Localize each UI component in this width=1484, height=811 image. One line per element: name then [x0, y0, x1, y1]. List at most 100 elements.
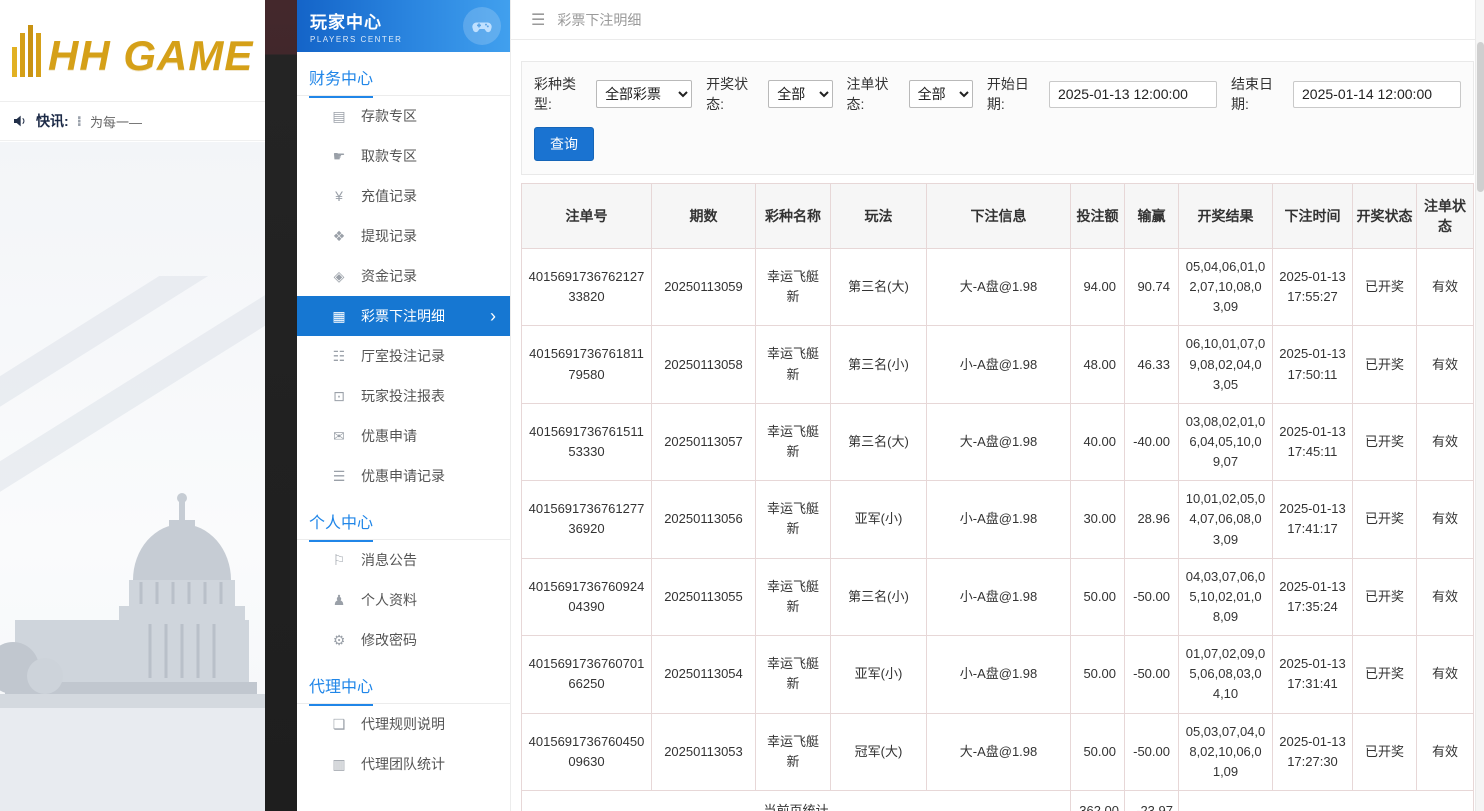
sidebar-item-personal-profile[interactable]: ♟个人资料 [297, 580, 510, 620]
sidebar-header: 玩家中心 PLAYERS CENTER [297, 0, 510, 52]
table-cell: 有效 [1417, 403, 1474, 480]
table-cell: 2025-01-13 17:35:24 [1273, 558, 1353, 635]
sidebar-item-change-password[interactable]: ⚙修改密码 [297, 620, 510, 660]
table-cell: 第三名(小) [831, 326, 927, 403]
table-row: 40156917367615115333020250113057幸运飞艇新第三名… [522, 403, 1474, 480]
table-cell: 冠军(大) [831, 713, 927, 790]
sidebar-item-withdraw-zone[interactable]: ☛取款专区 [297, 136, 510, 176]
table-cell: 06,10,01,07,09,08,02,04,03,05 [1179, 326, 1273, 403]
table-cell: 10,01,02,05,04,07,06,08,03,09 [1179, 481, 1273, 558]
sidebar-item-agent-team-stats[interactable]: ▥ 代理团队统计 [297, 744, 510, 784]
table-cell: 已开奖 [1353, 713, 1417, 790]
table-cell: 20250113059 [652, 249, 756, 326]
sidebar-item-player-bet-report[interactable]: ⊡玩家投注报表 [297, 376, 510, 416]
promo-apply-icon: ✉ [330, 428, 348, 445]
table-cell: 401569173676181179580 [522, 326, 652, 403]
table-cell: 05,03,07,04,08,02,10,06,01,09 [1179, 713, 1273, 790]
filter-row: 彩种类型: 全部彩票 开奖状态: 全部 注单状态: 全部 开始日期: 结束日期: [534, 74, 1461, 114]
table-cell: 401569173676127736920 [522, 481, 652, 558]
sidebar-item-funds-records[interactable]: ◈资金记录 [297, 256, 510, 296]
sidebar-item-label: 充值记录 [361, 186, 417, 206]
table-cell: 90.74 [1125, 249, 1179, 326]
column-header: 下注时间 [1273, 184, 1353, 249]
table-cell: 2025-01-13 17:27:30 [1273, 713, 1353, 790]
agent-team-stats-icon: ▥ [330, 756, 348, 773]
filter-panel: 彩种类型: 全部彩票 开奖状态: 全部 注单状态: 全部 开始日期: 结束日期:… [521, 61, 1474, 175]
table-cell: 幸运飞艇新 [756, 636, 831, 713]
table-cell: 2025-01-13 17:50:11 [1273, 326, 1353, 403]
scrollbar-thumb[interactable] [1477, 42, 1484, 192]
table-cell: 亚军(小) [831, 481, 927, 558]
logo-text: HH GAME [48, 35, 253, 77]
sidebar-sections: 财务中心▤存款专区☛取款专区¥充值记录❖提现记录◈资金记录▦彩票下注明细›☷厅室… [297, 52, 510, 784]
sidebar-item-recharge-records[interactable]: ¥充值记录 [297, 176, 510, 216]
table-cell: 40.00 [1071, 403, 1125, 480]
search-button[interactable]: 查询 [534, 127, 594, 161]
table-cell: 亚军(小) [831, 636, 927, 713]
table-cell: 401569173676212733820 [522, 249, 652, 326]
lottery-type-select[interactable]: 全部彩票 [596, 80, 692, 108]
section-title: 财务中心 [297, 52, 510, 96]
bet-status-select[interactable]: 全部 [909, 80, 973, 108]
start-date-input[interactable] [1049, 81, 1217, 108]
table-cell: 401569173676045009630 [522, 713, 652, 790]
bet-status-label: 注单状态: [847, 74, 903, 114]
summary-row: 当前页统计362.00-23.97 [522, 790, 1474, 811]
table-cell: 小-A盘@1.98 [927, 326, 1071, 403]
table-cell: 已开奖 [1353, 558, 1417, 635]
table-cell: 401569173676070166250 [522, 636, 652, 713]
sidebar-item-agent-rules[interactable]: ❏ 代理规则说明 [297, 704, 510, 744]
sidebar-item-label: 代理团队统计 [361, 754, 445, 774]
sidebar: 玩家中心 PLAYERS CENTER 财务中心▤存款专区☛取款专区¥充值记录❖… [297, 0, 511, 811]
agent-rules-icon: ❏ [330, 716, 348, 733]
sidebar-item-label: 资金记录 [361, 266, 417, 286]
table-row: 40156917367612773692020250113056幸运飞艇新亚军(… [522, 481, 1474, 558]
table-cell: 幸运飞艇新 [756, 249, 831, 326]
summary-win-total: -23.97 [1125, 790, 1179, 811]
drag-dots-icon: ⁝ [77, 113, 82, 130]
summary-label: 当前页统计 [522, 790, 1071, 811]
hamburger-menu-icon[interactable]: ☰ [531, 10, 545, 30]
filter-actions: 查询 [534, 127, 1461, 161]
draw-status-label: 开奖状态: [706, 74, 762, 114]
summary-empty-cell [1179, 790, 1474, 811]
message-announcements-icon: ⚐ [330, 552, 348, 569]
column-header: 彩种名称 [756, 184, 831, 249]
sidebar-item-label: 个人资料 [361, 590, 417, 610]
sidebar-item-withdrawal-records[interactable]: ❖提现记录 [297, 216, 510, 256]
table-cell: -50.00 [1125, 558, 1179, 635]
table-cell: 有效 [1417, 326, 1474, 403]
table-cell: 03,08,02,01,06,04,05,10,09,07 [1179, 403, 1273, 480]
table-cell: 30.00 [1071, 481, 1125, 558]
sidebar-item-hall-bet-records[interactable]: ☷厅室投注记录 [297, 336, 510, 376]
sidebar-item-deposit-zone[interactable]: ▤存款专区 [297, 96, 510, 136]
table-row: 40156917367618117958020250113058幸运飞艇新第三名… [522, 326, 1474, 403]
end-date-input[interactable] [1293, 81, 1461, 108]
column-header: 输赢 [1125, 184, 1179, 249]
sidebar-item-label: 代理规则说明 [361, 714, 445, 734]
table-cell: 已开奖 [1353, 326, 1417, 403]
sidebar-item-promo-apply-records[interactable]: ☰优惠申请记录 [297, 456, 510, 496]
deposit-zone-icon: ▤ [330, 108, 348, 125]
table-row: 40156917367607016625020250113054幸运飞艇新亚军(… [522, 636, 1474, 713]
news-label: 快讯: [36, 111, 69, 131]
sidebar-item-promo-apply[interactable]: ✉优惠申请 [297, 416, 510, 456]
sidebar-item-lottery-bet-details[interactable]: ▦彩票下注明细› [297, 296, 510, 336]
bets-table: 注单号期数彩种名称玩法下注信息投注额输赢开奖结果下注时间开奖状态注单状态 401… [521, 183, 1474, 811]
sidebar-item-label: 彩票下注明细 [361, 306, 445, 326]
table-cell: 20250113053 [652, 713, 756, 790]
summary-bet-total: 362.00 [1071, 790, 1125, 811]
sidebar-item-message-announcements[interactable]: ⚐消息公告 [297, 540, 510, 580]
main-content: ☰ 彩票下注明细 彩种类型: 全部彩票 开奖状态: 全部 注单状态: 全部 开始… [511, 0, 1484, 811]
table-cell: 幸运飞艇新 [756, 326, 831, 403]
table-cell: 第三名(小) [831, 558, 927, 635]
modal-overlay [265, 0, 297, 811]
table-cell: 20250113054 [652, 636, 756, 713]
table-cell: 01,07,02,09,05,06,08,03,04,10 [1179, 636, 1273, 713]
table-cell: 第三名(大) [831, 403, 927, 480]
table-row: 40156917367604500963020250113053幸运飞艇新冠军(… [522, 713, 1474, 790]
draw-status-select[interactable]: 全部 [768, 80, 832, 108]
table-cell: 幸运飞艇新 [756, 403, 831, 480]
sidebar-item-label: 厅室投注记录 [361, 346, 445, 366]
vertical-scrollbar[interactable] [1475, 0, 1484, 811]
